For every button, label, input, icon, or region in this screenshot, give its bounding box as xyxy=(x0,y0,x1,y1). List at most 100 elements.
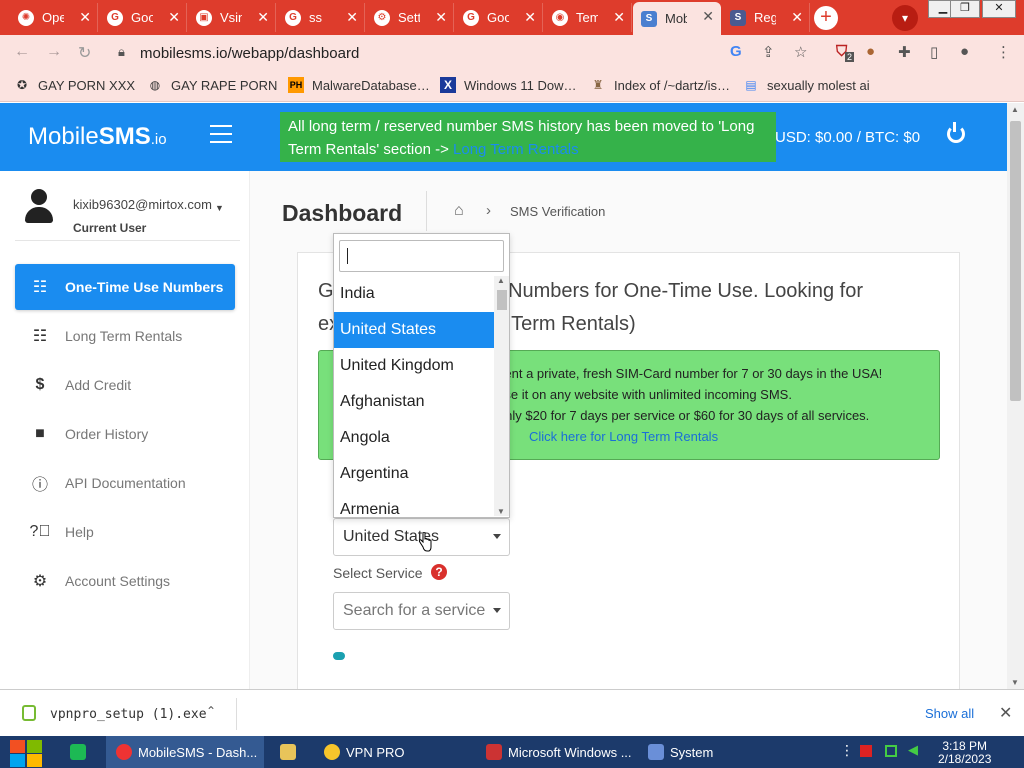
reload-icon[interactable]: ↻ xyxy=(78,43,91,63)
forward-icon[interactable]: → xyxy=(46,43,62,61)
browser-tab[interactable]: ◉ Tem ✕ xyxy=(544,3,632,32)
share-icon[interactable]: ⇪ xyxy=(762,43,775,61)
top-bar: All long term / reserved number SMS hist… xyxy=(250,103,1007,171)
close-icon[interactable]: ✕ xyxy=(346,9,358,26)
dollar-icon: $ xyxy=(35,376,45,393)
dropdown-scrollbar[interactable]: ▲ ▼ xyxy=(494,276,509,516)
close-icon[interactable]: ✕ xyxy=(791,9,803,26)
country-option[interactable]: Afghanistan xyxy=(334,384,494,420)
chevron-up-icon[interactable]: ⌃ xyxy=(206,704,216,718)
browser-tab[interactable]: Gss ✕ xyxy=(277,3,365,32)
scroll-up-icon[interactable]: ▲ xyxy=(497,276,505,285)
flag-icon[interactable] xyxy=(860,745,872,757)
logo-bar: MobileSMS.io xyxy=(0,103,250,171)
sidebar-item-api-documentation[interactable]: ⓘ API Documentation xyxy=(15,460,235,506)
country-option-selected[interactable]: United States xyxy=(334,312,494,348)
close-icon[interactable]: ✕ xyxy=(79,9,91,26)
taskbar-item-system[interactable]: System xyxy=(648,736,713,768)
home-icon[interactable]: ⌂ xyxy=(454,202,464,220)
sidebar-item-add-credit[interactable]: $ Add Credit xyxy=(15,362,235,408)
browser-tab[interactable]: G Goo ✕ xyxy=(455,3,543,32)
back-icon[interactable]: ← xyxy=(14,43,30,61)
taskbar-item-explorer[interactable] xyxy=(280,736,302,768)
windows-taskbar: MobileSMS - Dash... VPN PRO Microsoft Wi… xyxy=(0,736,1024,768)
browser-tab[interactable]: ⚙ Sett ✕ xyxy=(366,3,454,32)
notice-banner: All long term / reserved number SMS hist… xyxy=(280,112,776,162)
power-icon[interactable] xyxy=(947,122,965,143)
taskbar-item-browser[interactable]: MobileSMS - Dash... xyxy=(106,736,264,768)
close-icon[interactable]: ✕ xyxy=(524,9,536,26)
profile-icon[interactable]: ● xyxy=(960,43,969,60)
scrollbar-thumb[interactable] xyxy=(1010,121,1021,401)
sidebar-item-account-settings[interactable]: ⚙ Account Settings xyxy=(15,558,235,604)
close-icon[interactable]: ✕ xyxy=(257,9,269,26)
taskbar-app-icon[interactable] xyxy=(70,736,92,768)
bookmark-item[interactable]: ✪ GAY PORN XXX xyxy=(14,77,135,93)
close-icon[interactable]: ✕ xyxy=(435,9,447,26)
notice-link[interactable]: Long Term Rentals xyxy=(453,141,579,158)
country-option[interactable]: India xyxy=(334,276,494,312)
bookmark-star-icon[interactable]: ☆ xyxy=(794,43,807,61)
browser-tab-active[interactable]: S Mob ✕ xyxy=(633,2,721,35)
browser-tab[interactable]: G Goo ✕ xyxy=(99,3,187,32)
sidepanel-icon[interactable]: ▯ xyxy=(930,43,938,61)
doc-icon: ▤ xyxy=(745,78,757,92)
download-filename[interactable]: vpnpro_setup (1).exe xyxy=(50,707,207,722)
site-logo[interactable]: MobileSMS.io xyxy=(28,123,167,151)
bookmark-item[interactable]: X Windows 11 Dow… xyxy=(440,77,576,93)
network-icon[interactable] xyxy=(885,745,897,757)
country-option[interactable]: Argentina xyxy=(334,456,494,492)
long-term-rentals-link[interactable]: Click here for Long Term Rentals xyxy=(529,429,718,444)
caret-down-icon xyxy=(493,534,501,539)
close-icon[interactable]: ✕ xyxy=(168,9,180,26)
browser-tab[interactable]: S Reg ✕ xyxy=(722,3,810,32)
scrollbar-thumb[interactable] xyxy=(497,290,507,310)
overflow-icon[interactable]: ⋮ xyxy=(840,742,854,758)
puzzle-icon[interactable]: ✚ xyxy=(898,43,911,61)
sidebar-item-long-term-rentals[interactable]: ☷ Long Term Rentals xyxy=(15,313,235,359)
show-all-button[interactable]: Show all xyxy=(925,706,974,721)
new-tab-button[interactable]: + xyxy=(814,6,838,30)
page-scrollbar[interactable]: ▲ ▼ xyxy=(1007,103,1024,689)
bookmark-item[interactable]: ◍ GAY RAPE PORN xyxy=(147,77,278,93)
scroll-down-icon[interactable]: ▼ xyxy=(497,507,505,516)
openai-icon: ✺ xyxy=(18,9,34,26)
address-bar[interactable]: 🔒︎ mobilesms.io/webapp/dashboard xyxy=(108,40,822,66)
hamburger-menu-icon[interactable] xyxy=(210,125,232,143)
kebab-menu-icon[interactable]: ⋮ xyxy=(996,43,1011,61)
google-lens-icon[interactable]: G xyxy=(730,43,742,60)
scroll-down-icon[interactable]: ▼ xyxy=(1011,678,1019,687)
taskbar-clock[interactable]: 3:18 PM 2/18/2023 xyxy=(938,740,991,766)
country-option[interactable]: Armenia xyxy=(334,492,494,516)
close-icon[interactable]: ✕ xyxy=(999,703,1012,723)
service-select[interactable]: Search for a service xyxy=(333,592,510,630)
user-panel[interactable]: kixib96302@mirtox.com Current User ▼ xyxy=(15,179,240,241)
sidebar-item-label: API Documentation xyxy=(65,475,186,491)
browser-tab[interactable]: ✺ Ope ✕ xyxy=(10,3,98,32)
windows-start-icon[interactable] xyxy=(10,739,44,767)
volume-icon[interactable]: ◀ xyxy=(908,742,920,757)
chevron-down-icon[interactable]: ▼ xyxy=(215,203,224,213)
bookmark-item[interactable]: PH MalwareDatabase… xyxy=(288,77,430,93)
taskbar-item-windows[interactable]: Microsoft Windows ... xyxy=(486,736,632,768)
close-icon[interactable]: ✕ xyxy=(702,8,714,25)
browser-tab[interactable]: ▣ Vsin ✕ xyxy=(188,3,276,32)
sidebar-item-one-time-numbers[interactable]: ☷ One-Time Use Numbers xyxy=(15,264,235,310)
bookmark-item[interactable]: ▤ sexually molest ai xyxy=(743,77,869,93)
extension-icon[interactable]: ● xyxy=(866,43,875,60)
help-icon[interactable]: ? xyxy=(431,564,447,580)
scroll-up-icon[interactable]: ▲ xyxy=(1011,105,1019,114)
close-window-button[interactable]: ✕ xyxy=(982,0,1016,18)
taskbar-item-vpn[interactable]: VPN PRO xyxy=(324,736,405,768)
bookmark-item[interactable]: ♜ Index of /~dartz/is… xyxy=(590,77,730,93)
sidebar-item-order-history[interactable]: ■ Order History xyxy=(15,411,235,457)
country-search-input[interactable] xyxy=(339,240,504,272)
close-icon[interactable]: ✕ xyxy=(613,9,625,26)
sidebar-item-help[interactable]: ?⃝ Help xyxy=(15,509,235,555)
x-icon: X xyxy=(440,77,456,93)
country-option[interactable]: United Kingdom xyxy=(334,348,494,384)
logo-suffix: .io xyxy=(150,131,167,148)
maximize-button[interactable]: ❐ xyxy=(950,0,980,18)
country-option[interactable]: Angola xyxy=(334,420,494,456)
tab-search-button[interactable]: ▾ xyxy=(892,5,918,31)
